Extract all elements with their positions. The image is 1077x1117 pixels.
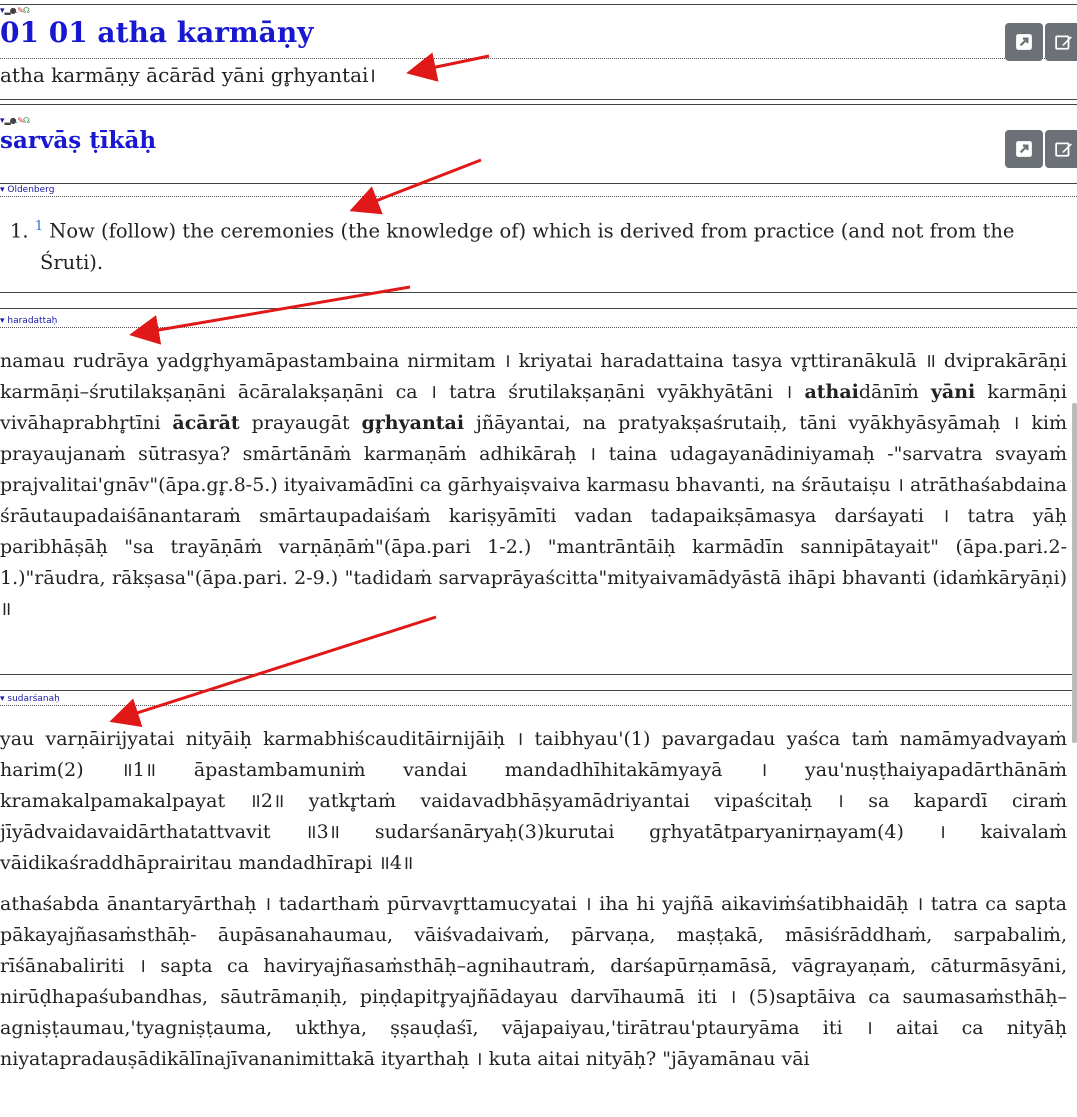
- edit-button[interactable]: [1045, 23, 1077, 61]
- footnote-link[interactable]: 1: [35, 219, 43, 234]
- oldenberg-section: ▾ Oldenberg 1. 1 Now (follow) the ceremo…: [0, 183, 1077, 309]
- commentary-toggle[interactable]: ▾▂●.✎☊: [0, 115, 1077, 126]
- scrollbar[interactable]: [1072, 403, 1077, 743]
- sutra-section: ▾▂●.✎☊ 01 01 atha karmāṇy atha karmāṇy ā…: [0, 4, 1077, 105]
- commentary-text: dānīṁ: [858, 381, 931, 403]
- sudarshana-commentary-p1: yau varṇāirijyatai nityāiḥ karmabhiścaud…: [0, 728, 1067, 874]
- oldenberg-translation: 1. 1 Now (follow) the ceremonies (the kn…: [0, 197, 1077, 288]
- haradatta-section: ▾ haradattaḥ namau rudrāya yadgr̥hyamāpa…: [0, 315, 1077, 625]
- toolbar-icons[interactable]: ▂●.✎☊: [5, 116, 31, 125]
- sutra-text: atha karmāṇy ācārād yāni gr̥hyantai।: [0, 63, 376, 87]
- commentary-text: jñāyantai, na pratyakṣaśrutaiḥ, tāni vyā…: [0, 412, 1067, 620]
- edit-button[interactable]: [1045, 130, 1077, 168]
- bold-term: yāni: [930, 381, 976, 403]
- toolbar-icons[interactable]: ▂●.✎☊: [5, 6, 31, 15]
- bold-term: gr̥hyantai: [361, 412, 465, 434]
- commentary-title: sarvāṣ ṭīkāḥ: [0, 127, 157, 154]
- sutra-title: 01 01 atha karmāṇy: [0, 16, 314, 49]
- translation-text: Now (follow) the ceremonies (the knowled…: [40, 219, 1015, 274]
- divider: [0, 291, 1077, 309]
- divider: [0, 99, 1077, 105]
- commentary-text: prayaugāt: [239, 412, 362, 434]
- sutra-header: ▾▂●.✎☊ 01 01 atha karmāṇy: [0, 4, 1077, 61]
- open-external-button[interactable]: [1005, 23, 1043, 61]
- commentary-buttons: [1005, 130, 1077, 168]
- divider: [0, 327, 1077, 328]
- edit-icon: [1055, 142, 1072, 157]
- bold-term: athai: [804, 381, 859, 403]
- divider: [0, 674, 1077, 691]
- open-external-icon: [1016, 141, 1032, 157]
- edit-icon: [1055, 35, 1072, 50]
- haradatta-commentary: namau rudrāya yadgr̥hyamāpastambaina nir…: [0, 346, 1077, 625]
- open-external-icon: [1016, 34, 1032, 50]
- sutra-toggle[interactable]: ▾▂●.✎☊: [0, 5, 1077, 16]
- bold-term: ācārāt: [172, 412, 240, 434]
- oldenberg-toggle[interactable]: ▾ Oldenberg: [0, 184, 1077, 196]
- sutra-buttons: [1005, 23, 1077, 61]
- sudarshana-toggle[interactable]: ▾ sudarśanaḥ: [0, 693, 1077, 705]
- sudarshana-section: ▾ sudarśanaḥ yau varṇāirijyatai nityāiḥ …: [0, 693, 1077, 1075]
- open-external-button[interactable]: [1005, 130, 1043, 168]
- sudarshana-commentary-p2: athaśabda ānantaryārthaḥ । tadarthaṁ pūr…: [0, 893, 1067, 1070]
- divider: [0, 705, 1077, 706]
- haradatta-toggle[interactable]: ▾ haradattaḥ: [0, 315, 1077, 327]
- list-number: 1.: [10, 219, 29, 243]
- commentary-section: ▾▂●.✎☊ sarvāṣ ṭīkāḥ: [0, 115, 1077, 168]
